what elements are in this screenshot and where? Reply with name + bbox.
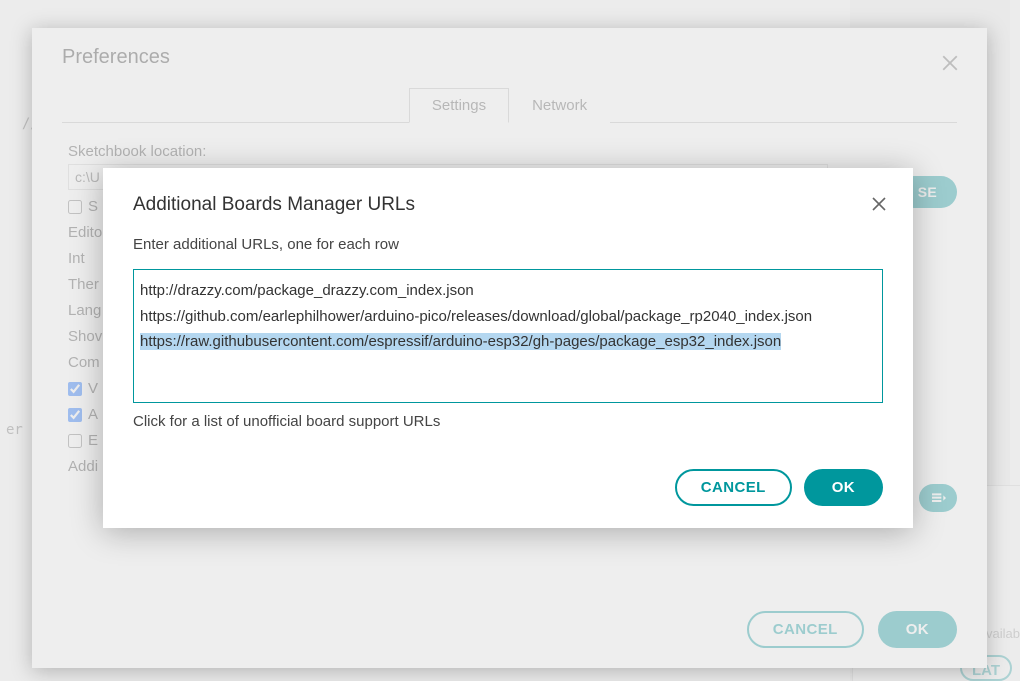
url-line: http://drazzy.com/package_drazzy.com_ind…: [140, 278, 876, 304]
url-line: https://github.com/earlephilhower/arduin…: [140, 304, 876, 330]
ok-button[interactable]: OK: [804, 469, 883, 506]
inner-dialog-subtitle: Enter additional URLs, one for each row: [133, 236, 883, 253]
inner-dialog-title: Additional Boards Manager URLs: [133, 194, 883, 216]
unofficial-urls-link[interactable]: Click for a list of unofficial board sup…: [133, 413, 883, 430]
inner-dialog-footer: CANCEL OK: [675, 469, 883, 506]
close-icon[interactable]: [871, 196, 887, 212]
cancel-button[interactable]: CANCEL: [675, 469, 792, 506]
additional-urls-dialog: Additional Boards Manager URLs Enter add…: [103, 168, 913, 528]
url-line: https://raw.githubusercontent.com/espres…: [140, 329, 876, 355]
urls-textarea[interactable]: http://drazzy.com/package_drazzy.com_ind…: [133, 269, 883, 403]
